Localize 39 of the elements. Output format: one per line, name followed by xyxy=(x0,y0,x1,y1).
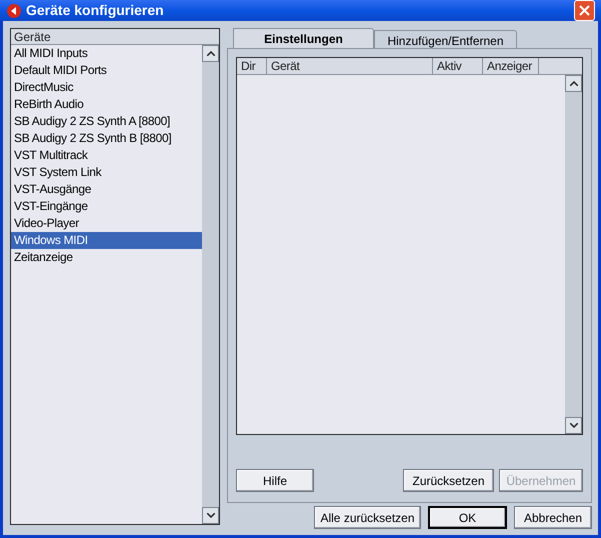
list-item[interactable]: VST System Link xyxy=(11,164,202,181)
close-icon xyxy=(579,5,590,16)
list-item[interactable]: Zeitanzeige xyxy=(11,249,202,266)
panel-button[interactable]: Zurücksetzen xyxy=(403,469,494,492)
dialog-button[interactable]: Abbrechen xyxy=(514,506,592,529)
list-item[interactable]: VST-Eingänge xyxy=(11,198,202,215)
list-item[interactable]: VST-Ausgänge xyxy=(11,181,202,198)
scroll-up-button[interactable] xyxy=(202,45,219,62)
list-item[interactable]: SB Audigy 2 ZS Synth A [8800] xyxy=(11,113,202,130)
app-logo-icon xyxy=(6,2,22,18)
list-item[interactable]: VST Multitrack xyxy=(11,147,202,164)
column-header[interactable]: Dir xyxy=(237,58,267,74)
list-item[interactable]: ReBirth Audio xyxy=(11,96,202,113)
column-header: Geräte xyxy=(11,29,219,45)
scroll-up-button[interactable] xyxy=(565,75,582,92)
scrollbar[interactable] xyxy=(202,45,219,524)
panel-button[interactable]: Hilfe xyxy=(236,469,314,492)
window-title: Geräte konfigurieren xyxy=(26,1,164,20)
list-item[interactable]: All MIDI Inputs xyxy=(11,45,202,62)
list-item[interactable]: SB Audigy 2 ZS Synth B [8800] xyxy=(11,130,202,147)
scroll-down-button[interactable] xyxy=(202,507,219,524)
list-item[interactable]: Default MIDI Ports xyxy=(11,62,202,79)
column-header[interactable]: Anzeiger xyxy=(483,58,539,74)
chevron-down-icon xyxy=(570,423,578,428)
scroll-down-button[interactable] xyxy=(565,417,582,434)
dialog-button[interactable]: OK xyxy=(428,506,507,529)
tab[interactable]: Einstellungen xyxy=(233,28,374,48)
chevron-up-icon xyxy=(570,81,578,86)
column-header[interactable]: Gerät xyxy=(267,58,433,74)
column-header[interactable]: Aktiv xyxy=(433,58,483,74)
list-item[interactable]: Video-Player xyxy=(11,215,202,232)
list-item[interactable]: DirectMusic xyxy=(11,79,202,96)
dialog-button[interactable]: Alle zurücksetzen xyxy=(314,506,421,529)
chevron-up-icon xyxy=(206,51,214,56)
scrollbar[interactable] xyxy=(565,75,582,434)
close-button[interactable] xyxy=(574,0,595,21)
tab[interactable]: Hinzufügen/Entfernen xyxy=(374,30,517,50)
chevron-down-icon xyxy=(206,513,214,518)
list-item[interactable]: Windows MIDI xyxy=(11,232,202,249)
